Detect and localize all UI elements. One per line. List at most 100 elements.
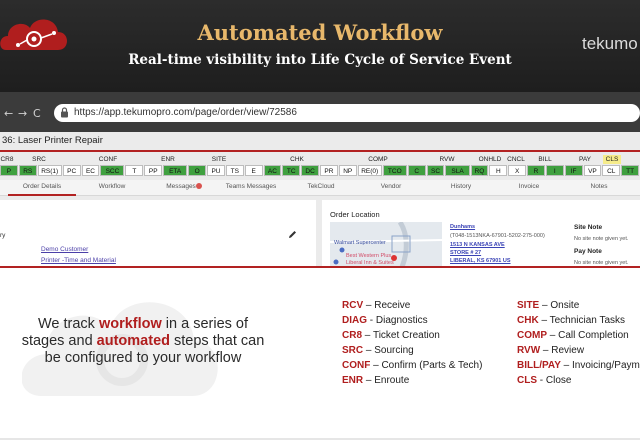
abbreviation-item: RCV – Receive (342, 300, 411, 311)
order-details-panel: ry Demo Customer Printer -Time and Mater… (0, 200, 316, 267)
address-line[interactable]: LIBERAL, KS 67901 US (450, 258, 511, 264)
status-cell[interactable]: PP (144, 165, 163, 176)
status-cell[interactable]: SCC (100, 165, 125, 176)
brand-logo-text: tekumo (582, 34, 638, 53)
header-banner: Automated Workflow Real-time visibility … (0, 0, 640, 92)
abbreviation-item: SITE – Onsite (517, 300, 580, 311)
status-cell[interactable]: RQ (470, 165, 489, 176)
tab-notes[interactable]: Notes (574, 183, 624, 190)
forward-arrow-icon[interactable]: → (18, 107, 27, 120)
abbreviation-item: CR8 – Ticket Creation (342, 330, 440, 341)
app-screenshot: 36: Laser Printer Repair CR8 SRC CONF EN… (0, 132, 640, 267)
tab-order-details[interactable]: Order Details (10, 183, 74, 190)
status-cell[interactable]: O (188, 165, 207, 176)
stage-group-label: PAY (578, 156, 592, 163)
abbreviation-item: DIAG - Diagnostics (342, 315, 428, 326)
browser-toolbar: ← → C https://app.tekumopro.com/page/ord… (0, 92, 640, 132)
status-cell[interactable]: TC (282, 165, 301, 176)
status-cell[interactable]: E (244, 165, 263, 176)
store-name-link[interactable]: Dunhams (450, 224, 475, 230)
back-arrow-icon[interactable]: ← (4, 107, 13, 120)
abbreviation-item: ENR – Enroute (342, 375, 410, 386)
address-line[interactable]: STORE # 27 (450, 250, 481, 256)
stage-group-label: SITE (211, 156, 227, 163)
abbreviation-item: SRC – Sourcing (342, 345, 414, 356)
status-cell[interactable]: P (0, 165, 18, 176)
status-cell[interactable]: CL (602, 165, 621, 176)
tab-workflow[interactable]: Workflow (86, 183, 138, 190)
stage-group-label: CR8 (0, 156, 14, 163)
status-cell[interactable]: TT (621, 165, 639, 176)
abbreviation-item: BILL/PAY – Invoicing/Payment (517, 360, 640, 371)
status-cell[interactable]: C (407, 165, 426, 176)
stage-group-label: SRC (32, 156, 46, 163)
status-cell[interactable]: X (508, 165, 527, 176)
order-location-title: Order Location (330, 210, 380, 219)
abbreviation-item: CHK – Technician Tasks (517, 315, 626, 326)
abbreviation-item: RVW – Review (517, 345, 585, 356)
site-note-value: No site note given yet. (574, 236, 629, 242)
status-cell[interactable]: VP (583, 165, 602, 176)
address-line[interactable]: 1513 N KANSAS AVE (450, 242, 505, 248)
tab-teams-messages[interactable]: Teams Messages (218, 183, 284, 190)
pencil-icon[interactable] (288, 230, 297, 239)
status-cell[interactable]: PR (320, 165, 338, 176)
address-bar[interactable]: https://app.tekumopro.com/page/order/vie… (54, 104, 640, 122)
status-cell[interactable]: RS (18, 165, 37, 176)
status-cell[interactable]: RS(1) (37, 165, 62, 176)
tab-vendor[interactable]: Vendor (366, 183, 416, 190)
status-cell[interactable]: SLA (445, 165, 470, 176)
status-cell[interactable]: AC (263, 165, 282, 176)
pay-note-heading: Pay Note (574, 248, 602, 255)
status-cell[interactable]: R (527, 165, 545, 176)
lock-icon (61, 107, 68, 118)
status-cell[interactable]: PC (62, 165, 81, 176)
location-map[interactable]: Walmart Supercenter Best Western Plus Li… (330, 222, 442, 267)
stage-group-label: ONHLD (478, 156, 502, 163)
status-cell[interactable]: NP (338, 165, 357, 176)
status-cell[interactable]: T (125, 165, 144, 176)
stage-group-label: CONF (98, 156, 118, 163)
stage-group-label: BILL (538, 156, 552, 163)
status-cell[interactable]: TCO (382, 165, 407, 176)
status-row: P RS RS(1) PC EC SCC T PP ETA O PU TS E AC TC DC PR NP RE(… (0, 165, 640, 176)
notification-dot-icon (196, 183, 202, 189)
map-label: Walmart Supercenter (334, 240, 386, 246)
order-title: 36: Laser Printer Repair (2, 135, 103, 146)
status-cell[interactable]: I (545, 165, 564, 176)
banner-title: Automated Workflow (197, 20, 443, 45)
tab-tekcloud[interactable]: TekCloud (296, 183, 346, 190)
site-note-heading: Site Note (574, 224, 603, 231)
customer-link[interactable]: Demo Customer (41, 246, 88, 253)
stage-group-label: CNCL (507, 156, 525, 163)
banner-subtitle: Real-time visibility into Life Cycle of … (128, 52, 512, 68)
workflow-explanation: We track workflow in a series of stages … (0, 268, 640, 440)
abbreviation-item: COMP – Call Completion (517, 330, 629, 341)
map-label: Best Western Plus (346, 253, 392, 259)
url-text[interactable]: https://app.tekumopro.com/page/order/vie… (74, 107, 297, 118)
stage-group-label: ENR (161, 156, 175, 163)
status-cell[interactable]: PU (207, 165, 225, 176)
status-cell[interactable]: SC (426, 165, 445, 176)
highlight-frame-top (0, 150, 640, 152)
status-cell[interactable]: IF (564, 165, 583, 176)
stage-group-row: CR8 SRC CONF ENR SITE CHK COMP RVW ONHLD… (0, 155, 640, 164)
status-cell[interactable]: H (489, 165, 508, 176)
status-cell[interactable]: DC (301, 165, 319, 176)
stage-group-label: RVW (439, 156, 455, 163)
order-location-panel: Order Location Walmart Supercenter Best … (322, 200, 640, 267)
tab-history[interactable]: History (436, 183, 486, 190)
reload-icon[interactable]: C (33, 107, 41, 120)
status-cell[interactable]: EC (81, 165, 100, 176)
service-link[interactable]: Printer -Time and Material (41, 257, 116, 264)
status-cell[interactable]: ETA (163, 165, 188, 176)
status-cell[interactable]: TS (225, 165, 244, 176)
order-tabs: Order Details Workflow Messages Teams Me… (0, 180, 640, 196)
status-cell[interactable]: RE(0) (357, 165, 382, 176)
stage-group-label: COMP (368, 156, 388, 163)
tab-invoice[interactable]: Invoice (504, 183, 554, 190)
active-tab-indicator (8, 194, 76, 196)
abbreviation-item: CONF – Confirm (Parts & Tech) (342, 360, 483, 371)
field-label: ry (0, 232, 6, 239)
abbreviation-item: CLS - Close (517, 375, 572, 386)
